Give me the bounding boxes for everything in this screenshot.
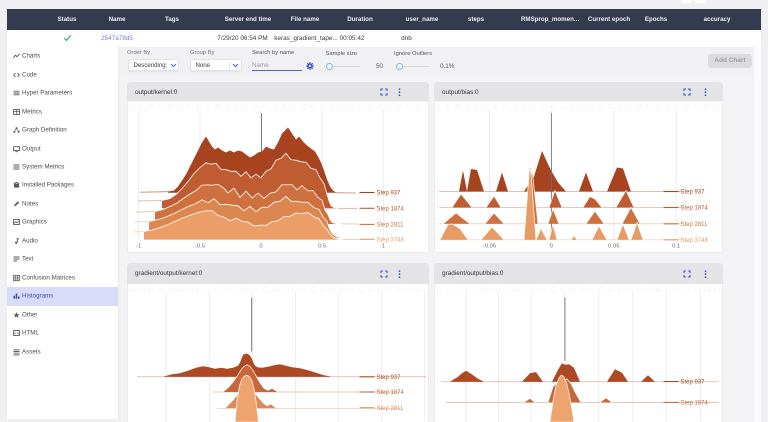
svg-text:Step 937: Step 937: [376, 375, 401, 381]
svg-text:0.05: 0.05: [608, 243, 619, 249]
svg-text:Step 1874: Step 1874: [680, 401, 708, 407]
svg-text:Step 1874: Step 1874: [376, 390, 404, 396]
svg-text:0.5: 0.5: [318, 243, 326, 249]
svg-text:Step 937: Step 937: [680, 189, 705, 195]
svg-text:-0.5: -0.5: [195, 243, 205, 249]
svg-text:Step 1874: Step 1874: [680, 205, 708, 211]
svg-text:-0.05: -0.05: [483, 243, 496, 249]
svg-text:Step 2811: Step 2811: [680, 221, 708, 227]
svg-text:-1: -1: [136, 243, 141, 249]
svg-text:0: 0: [550, 243, 553, 249]
svg-text:0.1: 0.1: [672, 243, 680, 249]
svg-text:Step 2811: Step 2811: [376, 406, 404, 412]
svg-text:Step 937: Step 937: [680, 380, 705, 386]
svg-text:Step 3748: Step 3748: [680, 237, 708, 243]
svg-text:Step 2811: Step 2811: [377, 222, 405, 228]
svg-text:Step 937: Step 937: [377, 190, 402, 196]
svg-text:1: 1: [382, 243, 385, 249]
svg-text:0: 0: [259, 243, 262, 249]
svg-text:Step 1874: Step 1874: [377, 206, 405, 212]
